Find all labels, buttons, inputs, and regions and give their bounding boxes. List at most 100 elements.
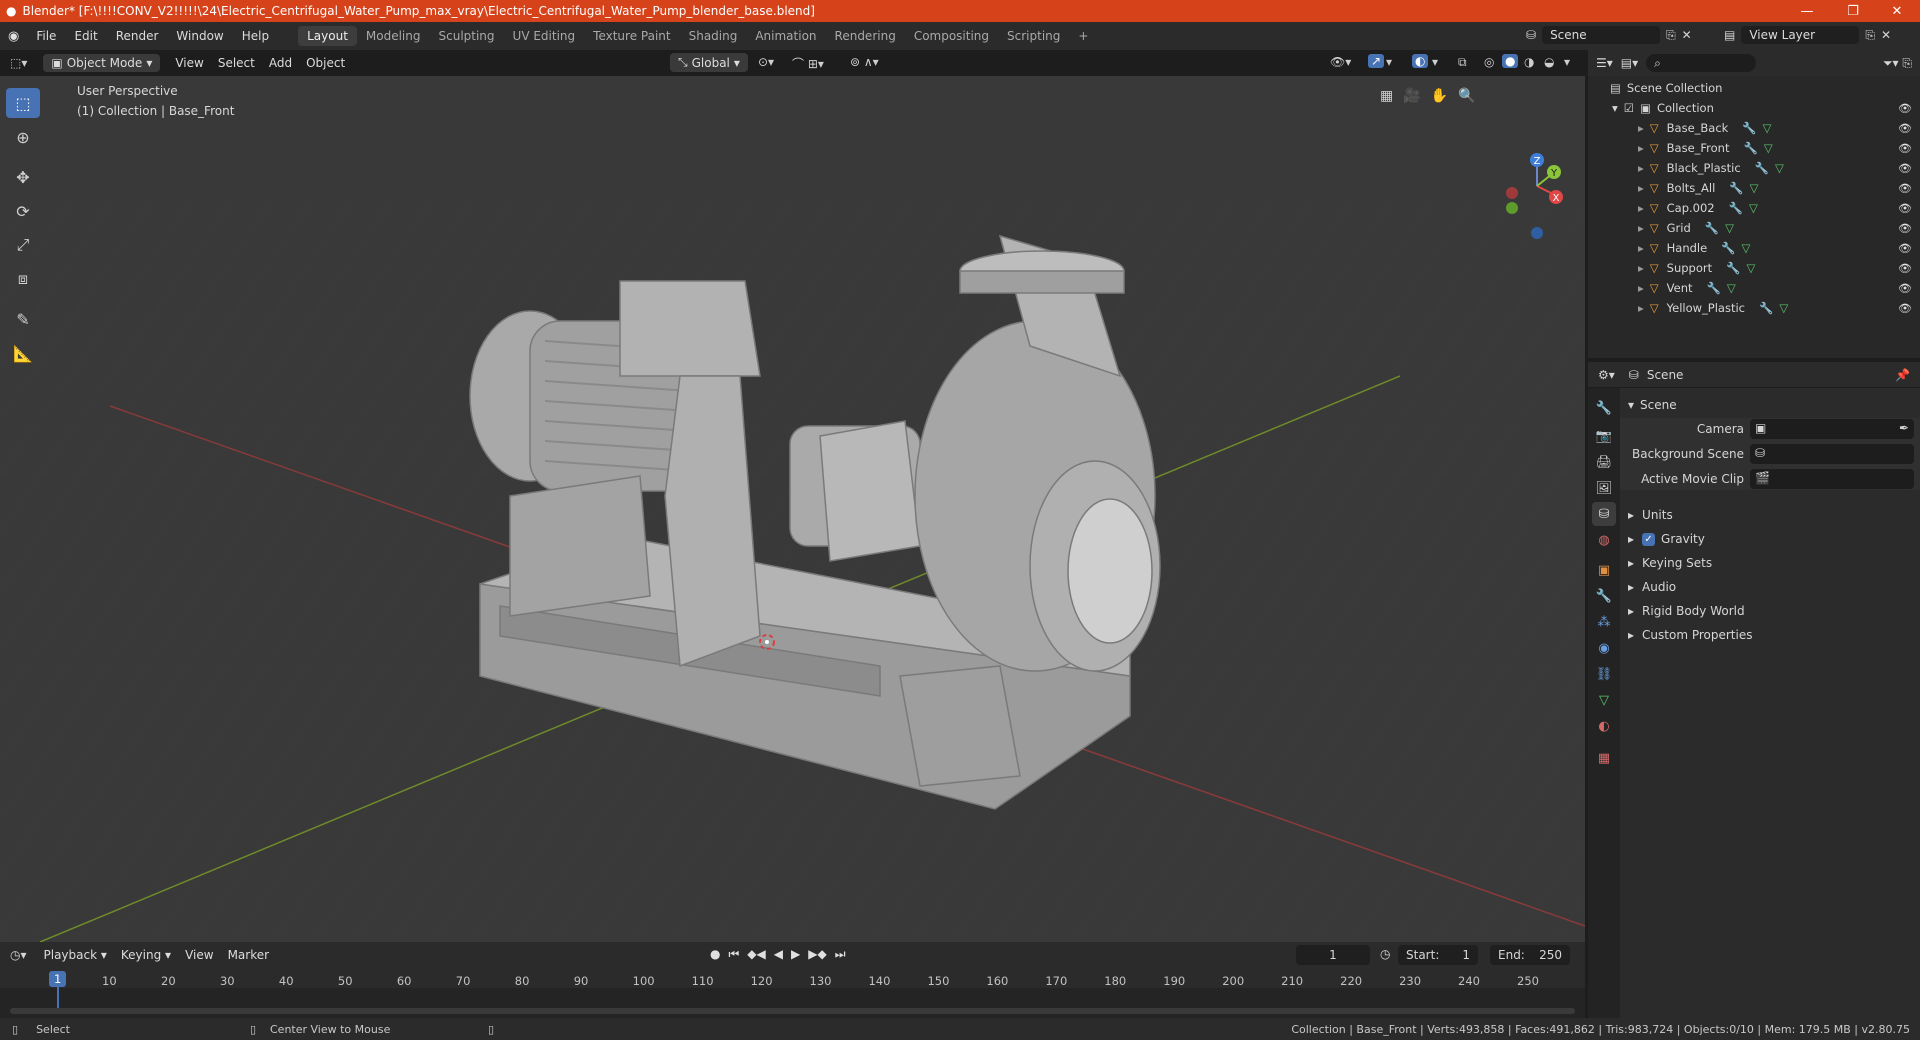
mesh-data-icon[interactable]: ▽ <box>1763 121 1772 135</box>
gravity-section[interactable]: ▸ ✓ Gravity <box>1628 528 1920 550</box>
modifier-wrench-icon[interactable]: 🔧 <box>1742 121 1756 135</box>
visibility-eye-icon[interactable]: 👁 <box>1898 122 1912 135</box>
gizmo-toggle-icon[interactable]: ↗ <box>1368 54 1385 68</box>
visibility-eye-icon[interactable]: 👁 <box>1898 282 1912 295</box>
tab-animation[interactable]: Animation <box>746 26 825 46</box>
visibility-eye-icon[interactable]: 👁 <box>1898 242 1912 255</box>
tab-sculpting[interactable]: Sculpting <box>430 26 504 46</box>
world-tab-icon[interactable]: ◍ <box>1592 528 1616 552</box>
scale-tool[interactable]: ⤢ <box>6 230 40 260</box>
menu-timeline-view[interactable]: View <box>178 946 220 964</box>
menu-view[interactable]: View <box>168 54 210 72</box>
transform-tool[interactable]: ⧈ <box>6 264 40 294</box>
current-frame-indicator[interactable]: 1 <box>49 971 67 987</box>
modifier-wrench-icon[interactable]: 🔧 <box>1755 161 1769 175</box>
modifier-wrench-icon[interactable]: 🔧 <box>1705 221 1719 235</box>
menu-file[interactable]: File <box>27 29 65 43</box>
current-frame-field[interactable]: 1 <box>1296 945 1370 965</box>
record-icon[interactable]: ● <box>710 947 720 962</box>
outliner-object-cap-002[interactable]: ▸ ▽ Cap.002 🔧 ▽ 👁 <box>1588 198 1920 218</box>
visibility-eye-icon[interactable]: 👁 <box>1898 202 1912 215</box>
rotate-tool[interactable]: ⟳ <box>6 196 40 226</box>
tab-scripting[interactable]: Scripting <box>998 26 1069 46</box>
prev-keyframe-icon[interactable]: ◆◀ <box>747 947 765 962</box>
visibility-eye-icon[interactable]: 👁 <box>1898 102 1912 115</box>
background-scene-field[interactable]: ⛁ <box>1750 444 1914 464</box>
maximize-button[interactable]: ❐ <box>1830 0 1876 22</box>
close-button[interactable]: ✕ <box>1874 0 1920 22</box>
grid-view-icon[interactable]: ▦ <box>1380 88 1393 104</box>
outliner-search-input[interactable]: ⌕ <box>1646 54 1757 72</box>
outliner-object-handle[interactable]: ▸ ▽ Handle 🔧 ▽ 👁 <box>1588 238 1920 258</box>
modifier-wrench-icon[interactable]: 🔧 <box>1721 241 1735 255</box>
tool-tab-icon[interactable]: 🔧 <box>1592 396 1616 420</box>
constraints-tab-icon[interactable]: ⛓ <box>1592 662 1616 686</box>
expand-arrow-icon[interactable]: ▸ <box>1638 241 1644 255</box>
expand-arrow-icon[interactable]: ▸ <box>1638 201 1644 215</box>
visibility-eye-icon[interactable]: 👁 <box>1898 142 1912 155</box>
outliner-object-base-back[interactable]: ▸ ▽ Base_Back 🔧 ▽ 👁 <box>1588 118 1920 138</box>
pan-hand-icon[interactable]: ✋ <box>1431 88 1448 104</box>
new-view-layer-icon[interactable]: ⎘ <box>1865 28 1875 43</box>
expand-arrow-icon[interactable]: ▸ <box>1638 261 1644 275</box>
tab-compositing[interactable]: Compositing <box>905 26 998 46</box>
solid-shading-icon[interactable]: ● <box>1502 54 1519 68</box>
playhead-line[interactable] <box>57 986 59 1008</box>
menu-help[interactable]: Help <box>233 29 278 43</box>
outliner-object-vent[interactable]: ▸ ▽ Vent 🔧 ▽ 👁 <box>1588 278 1920 298</box>
render-tab-icon[interactable]: 📷 <box>1592 424 1616 448</box>
camera-field[interactable]: ▣ ✒ <box>1750 419 1914 439</box>
visibility-eye-icon[interactable]: 👁 <box>1898 182 1912 195</box>
menu-window[interactable]: Window <box>167 29 232 43</box>
pivot-point-icon[interactable]: ⊙▾ <box>758 55 774 69</box>
scene-tab-icon[interactable]: ⛁ <box>1592 502 1616 526</box>
delete-view-layer-icon[interactable]: ✕ <box>1881 28 1891 42</box>
viewport-canvas[interactable]: Z Y X <box>0 76 1585 942</box>
menu-add[interactable]: Add <box>262 54 299 72</box>
visibility-eye-icon[interactable]: 👁 <box>1898 162 1912 175</box>
play-icon[interactable]: ▶ <box>791 947 800 962</box>
timeline-area[interactable]: 1 10 20 30 40 50 60 70 80 90 100 110 120 130 140 150 160… <box>0 968 1585 1018</box>
custom-properties-section[interactable]: ▸ Custom Properties <box>1628 624 1920 646</box>
zoom-icon[interactable]: 🔍 <box>1458 88 1475 104</box>
modifier-wrench-icon[interactable]: 🔧 <box>1726 261 1740 275</box>
pin-icon[interactable]: 📌 <box>1895 368 1910 382</box>
tab-modeling[interactable]: Modeling <box>357 26 430 46</box>
visibility-eye-icon[interactable]: 👁 <box>1898 302 1912 315</box>
outliner-object-base-front[interactable]: ▸ ▽ Base_Front 🔧 ▽ 👁 <box>1588 138 1920 158</box>
outliner-object-support[interactable]: ▸ ▽ Support 🔧 ▽ 👁 <box>1588 258 1920 278</box>
jump-start-icon[interactable]: ⏮ <box>728 947 739 962</box>
properties-editor-icon[interactable]: ⚙▾ <box>1598 368 1615 382</box>
measure-tool[interactable]: 📐 <box>6 338 40 368</box>
tab-layout[interactable]: Layout <box>298 26 357 46</box>
outliner-collection[interactable]: ▾ ☑ ▣ Collection 👁 <box>1588 98 1920 118</box>
new-scene-icon[interactable]: ⎘ <box>1666 28 1676 43</box>
rendered-shading-icon[interactable]: ◒ <box>1544 55 1554 69</box>
menu-playback[interactable]: Playback ▾ <box>37 946 114 964</box>
outliner-object-grid[interactable]: ▸ ▽ Grid 🔧 ▽ 👁 <box>1588 218 1920 238</box>
mesh-data-icon[interactable]: ▽ <box>1750 181 1759 195</box>
mode-selector[interactable]: ▣ Object Mode ▾ <box>43 54 161 72</box>
output-tab-icon[interactable]: 🖨 <box>1592 450 1616 474</box>
menu-select[interactable]: Select <box>211 54 262 72</box>
expand-arrow-icon[interactable]: ▸ <box>1638 161 1644 175</box>
checkbox-icon[interactable]: ☑ <box>1624 101 1634 115</box>
expand-arrow-icon[interactable]: ▸ <box>1638 301 1644 315</box>
outliner-object-black-plastic[interactable]: ▸ ▽ Black_Plastic 🔧 ▽ 👁 <box>1588 158 1920 178</box>
mesh-data-icon[interactable]: ▽ <box>1725 221 1734 235</box>
play-reverse-icon[interactable]: ◀ <box>774 947 783 962</box>
expand-arrow-icon[interactable]: ▾ <box>1612 101 1618 115</box>
mesh-data-icon[interactable]: ▽ <box>1746 261 1755 275</box>
tab-texture-paint[interactable]: Texture Paint <box>584 26 679 46</box>
keying-sets-section[interactable]: ▸ Keying Sets <box>1628 552 1920 574</box>
tab-uv-editing[interactable]: UV Editing <box>504 26 585 46</box>
chevron-down-icon[interactable]: ▾ <box>1564 55 1570 69</box>
texture-tab-icon[interactable]: ▦ <box>1592 746 1616 770</box>
expand-arrow-icon[interactable]: ▸ <box>1638 281 1644 295</box>
modifier-wrench-icon[interactable]: 🔧 <box>1743 141 1757 155</box>
menu-marker[interactable]: Marker <box>221 946 276 964</box>
annotate-tool[interactable]: ✎ <box>6 304 40 334</box>
active-movie-clip-field[interactable]: 🎬 <box>1750 469 1914 489</box>
display-mode-icon[interactable]: ▤▾ <box>1621 56 1638 70</box>
menu-keying[interactable]: Keying ▾ <box>114 946 178 964</box>
